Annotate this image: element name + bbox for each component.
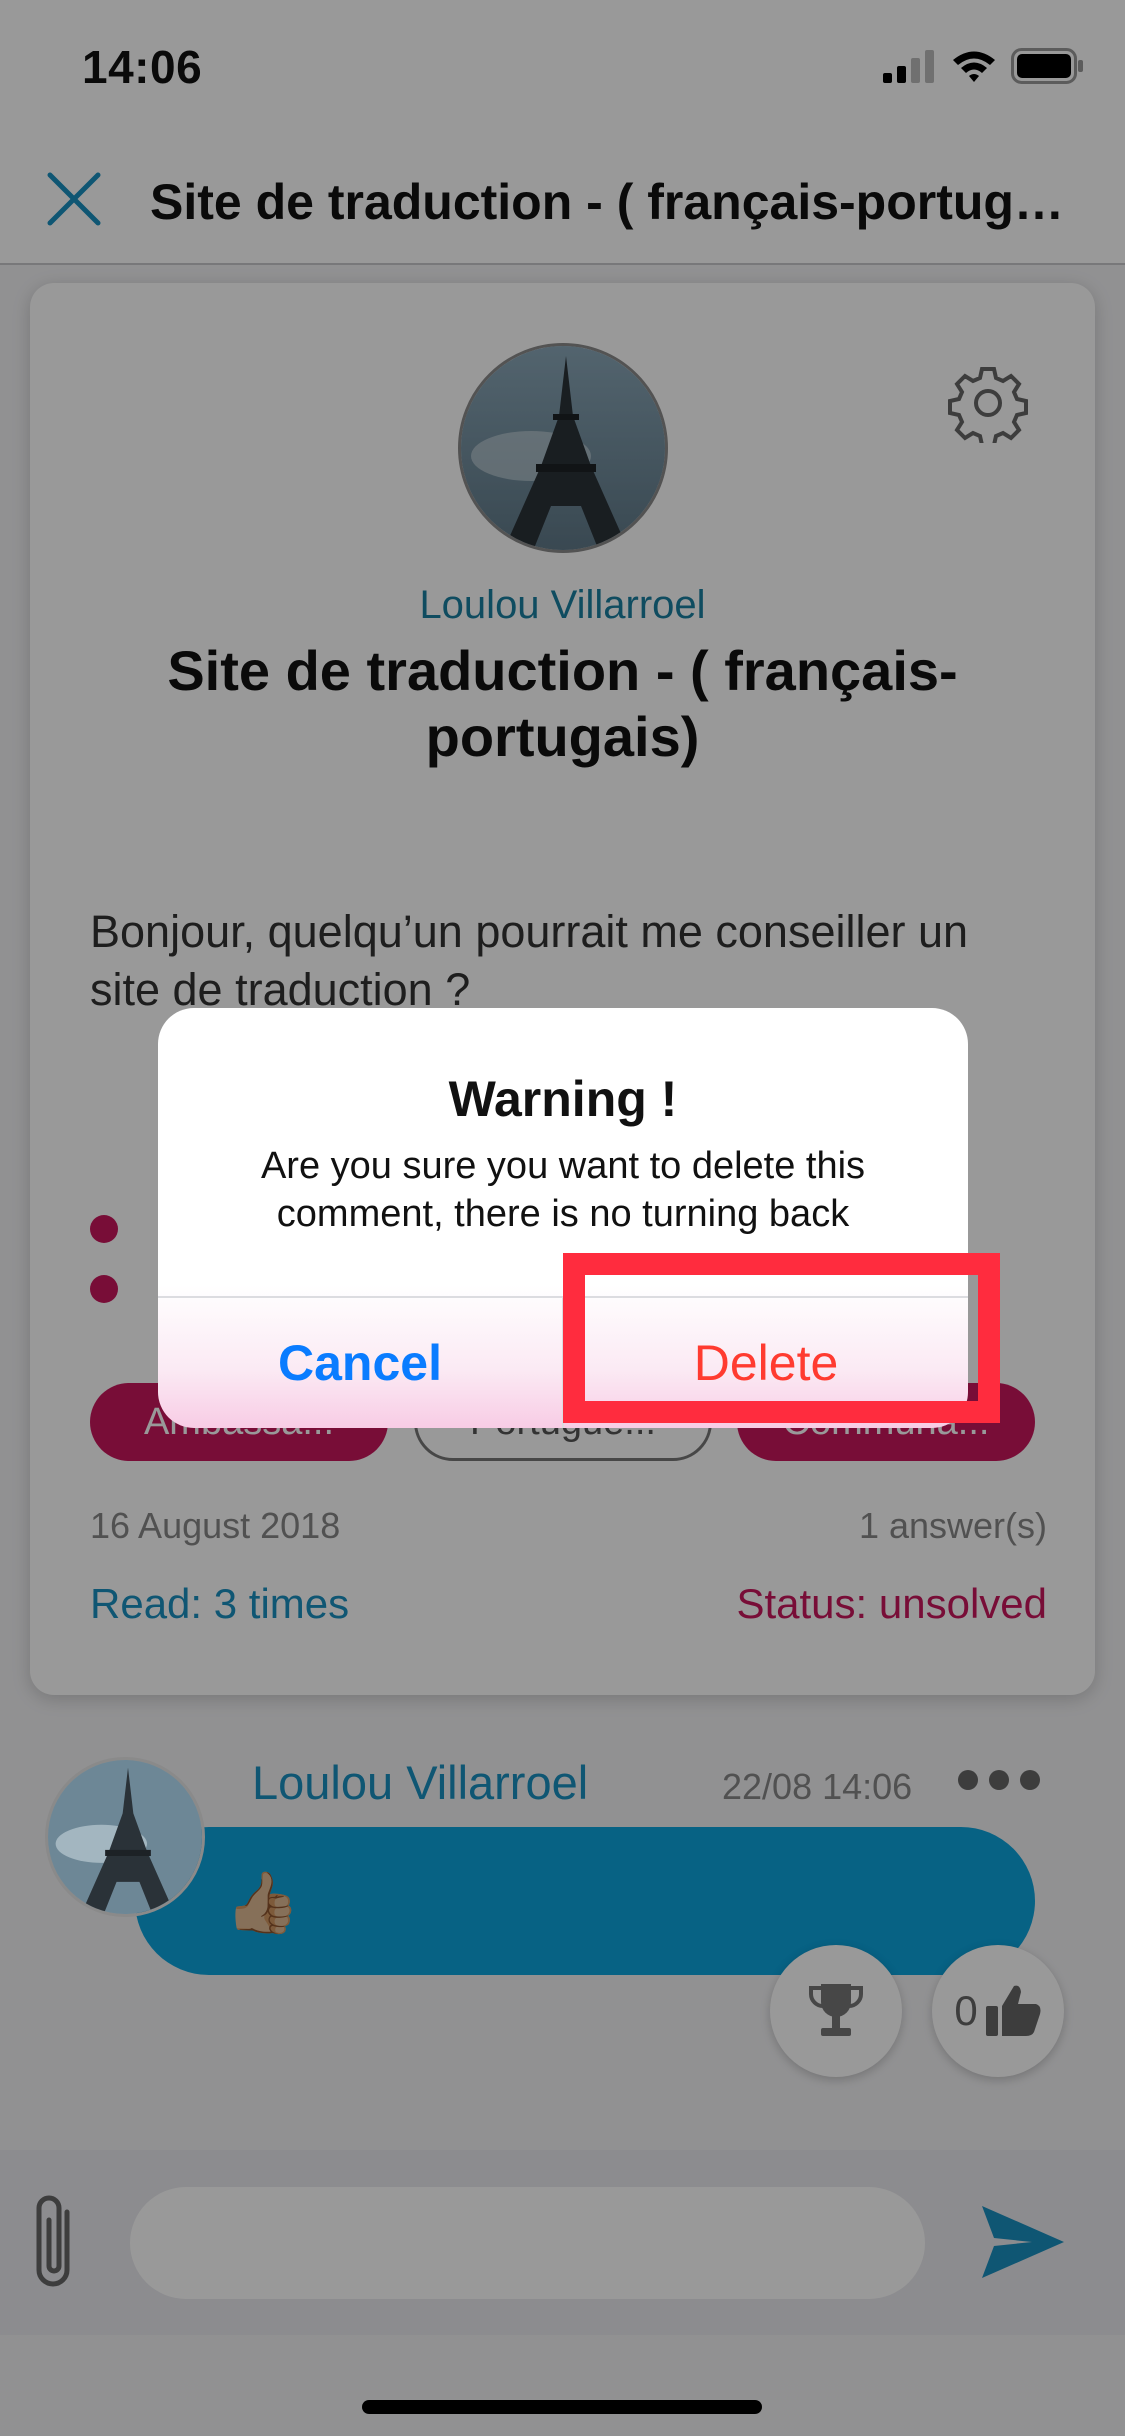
- cancel-button[interactable]: Cancel: [158, 1298, 562, 1428]
- delete-highlight-box: [563, 1253, 1000, 1423]
- comment-avatar[interactable]: [45, 1757, 205, 1917]
- eiffel-tower-photo: [48, 1760, 202, 1914]
- dialog-title: Warning !: [448, 1071, 678, 1127]
- dialog-message: Are you sure you want to delete this com…: [260, 1145, 866, 1235]
